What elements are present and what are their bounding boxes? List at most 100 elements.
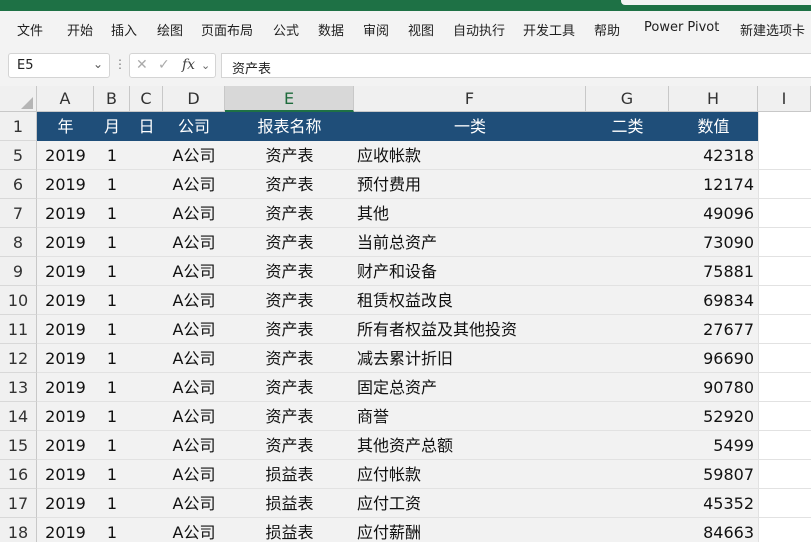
cell-value[interactable]: 69834 [669, 286, 758, 315]
cell-company[interactable]: A公司 [163, 228, 225, 257]
row-header[interactable]: 11 [0, 315, 37, 344]
cell-report-name[interactable]: 资产表 [225, 257, 354, 286]
cell-value[interactable]: 12174 [669, 170, 758, 199]
name-box[interactable]: E5 ⌄ [8, 53, 110, 78]
cell-category-1[interactable]: 财产和设备 [354, 257, 586, 286]
cell-value[interactable]: 96690 [669, 344, 758, 373]
cell-company[interactable]: A公司 [163, 257, 225, 286]
cell-category-1[interactable]: 应付薪酬 [354, 518, 586, 542]
row-header[interactable]: 1 [0, 112, 37, 141]
cell-value[interactable]: 49096 [669, 199, 758, 228]
cell-category-2[interactable] [586, 402, 669, 431]
cell-company[interactable]: A公司 [163, 170, 225, 199]
cell-category-1[interactable]: 其他 [354, 199, 586, 228]
cell-category-1[interactable]: 减去累计折旧 [354, 344, 586, 373]
cell-day[interactable] [130, 402, 163, 431]
cell-company[interactable]: A公司 [163, 141, 225, 170]
cell-report-name[interactable]: 资产表 [225, 170, 354, 199]
empty-cell[interactable] [758, 199, 811, 228]
cell-company[interactable]: A公司 [163, 518, 225, 542]
empty-cell[interactable] [758, 315, 811, 344]
cell-year[interactable]: 2019 [37, 257, 94, 286]
column-header-e[interactable]: E [225, 86, 354, 112]
empty-cell[interactable] [758, 228, 811, 257]
row-header[interactable]: 5 [0, 141, 37, 170]
table-header-cell[interactable]: 报表名称 [225, 112, 354, 141]
row-header[interactable]: 15 [0, 431, 37, 460]
cell-day[interactable] [130, 286, 163, 315]
cell-month[interactable]: 1 [94, 402, 130, 431]
column-header-d[interactable]: D [163, 86, 225, 112]
cell-year[interactable]: 2019 [37, 373, 94, 402]
more-options-icon[interactable]: ⋮ [114, 57, 126, 71]
cell-category-2[interactable] [586, 460, 669, 489]
cell-company[interactable]: A公司 [163, 286, 225, 315]
cell-value[interactable]: 90780 [669, 373, 758, 402]
cell-day[interactable] [130, 199, 163, 228]
cell-category-1[interactable]: 固定总资产 [354, 373, 586, 402]
row-header[interactable]: 7 [0, 199, 37, 228]
empty-cell[interactable] [758, 460, 811, 489]
column-header-f[interactable]: F [354, 86, 586, 112]
cell-category-2[interactable] [586, 518, 669, 542]
cell-value[interactable]: 45352 [669, 489, 758, 518]
cell-month[interactable]: 1 [94, 373, 130, 402]
cell-category-2[interactable] [586, 431, 669, 460]
cell-value[interactable]: 59807 [669, 460, 758, 489]
table-header-cell[interactable]: 年 [37, 112, 94, 141]
cell-year[interactable]: 2019 [37, 518, 94, 542]
cell-category-1[interactable]: 其他资产总额 [354, 431, 586, 460]
cell-category-2[interactable] [586, 315, 669, 344]
cell-company[interactable]: A公司 [163, 431, 225, 460]
empty-cell[interactable] [758, 112, 811, 141]
row-header[interactable]: 14 [0, 402, 37, 431]
ribbon-tab[interactable]: 插入 [111, 20, 137, 39]
cell-year[interactable]: 2019 [37, 228, 94, 257]
ribbon-tab[interactable]: 文件 [17, 20, 43, 39]
cell-report-name[interactable]: 损益表 [225, 518, 354, 542]
cell-month[interactable]: 1 [94, 141, 130, 170]
cell-year[interactable]: 2019 [37, 344, 94, 373]
cell-company[interactable]: A公司 [163, 489, 225, 518]
cell-day[interactable] [130, 141, 163, 170]
cell-day[interactable] [130, 170, 163, 199]
column-header-g[interactable]: G [586, 86, 669, 112]
cell-value[interactable]: 52920 [669, 402, 758, 431]
cell-value[interactable]: 27677 [669, 315, 758, 344]
row-header[interactable]: 17 [0, 489, 37, 518]
cell-year[interactable]: 2019 [37, 489, 94, 518]
table-header-cell[interactable]: 数值 [669, 112, 758, 141]
cell-report-name[interactable]: 资产表 [225, 228, 354, 257]
cell-company[interactable]: A公司 [163, 373, 225, 402]
row-header[interactable]: 8 [0, 228, 37, 257]
table-header-cell[interactable]: 一类 [354, 112, 586, 141]
empty-cell[interactable] [758, 402, 811, 431]
empty-cell[interactable] [758, 344, 811, 373]
cell-report-name[interactable]: 资产表 [225, 141, 354, 170]
empty-cell[interactable] [758, 518, 811, 542]
column-header-i[interactable]: I [758, 86, 811, 112]
cell-year[interactable]: 2019 [37, 315, 94, 344]
cell-day[interactable] [130, 431, 163, 460]
cell-value[interactable]: 42318 [669, 141, 758, 170]
cancel-icon[interactable]: ✕ [136, 57, 148, 73]
cell-month[interactable]: 1 [94, 286, 130, 315]
column-header-h[interactable]: H [669, 86, 758, 112]
cell-category-2[interactable] [586, 170, 669, 199]
cell-category-1[interactable]: 应付工资 [354, 489, 586, 518]
empty-cell[interactable] [758, 141, 811, 170]
cell-value[interactable]: 75881 [669, 257, 758, 286]
cell-category-2[interactable] [586, 257, 669, 286]
cell-report-name[interactable]: 资产表 [225, 402, 354, 431]
row-header[interactable]: 13 [0, 373, 37, 402]
cell-report-name[interactable]: 资产表 [225, 373, 354, 402]
cell-category-2[interactable] [586, 373, 669, 402]
cell-category-2[interactable] [586, 344, 669, 373]
column-header-c[interactable]: C [130, 86, 163, 112]
cell-category-2[interactable] [586, 489, 669, 518]
cell-month[interactable]: 1 [94, 257, 130, 286]
cell-year[interactable]: 2019 [37, 170, 94, 199]
cell-company[interactable]: A公司 [163, 460, 225, 489]
cell-company[interactable]: A公司 [163, 402, 225, 431]
chevron-down-icon[interactable]: ⌄ [93, 57, 103, 71]
